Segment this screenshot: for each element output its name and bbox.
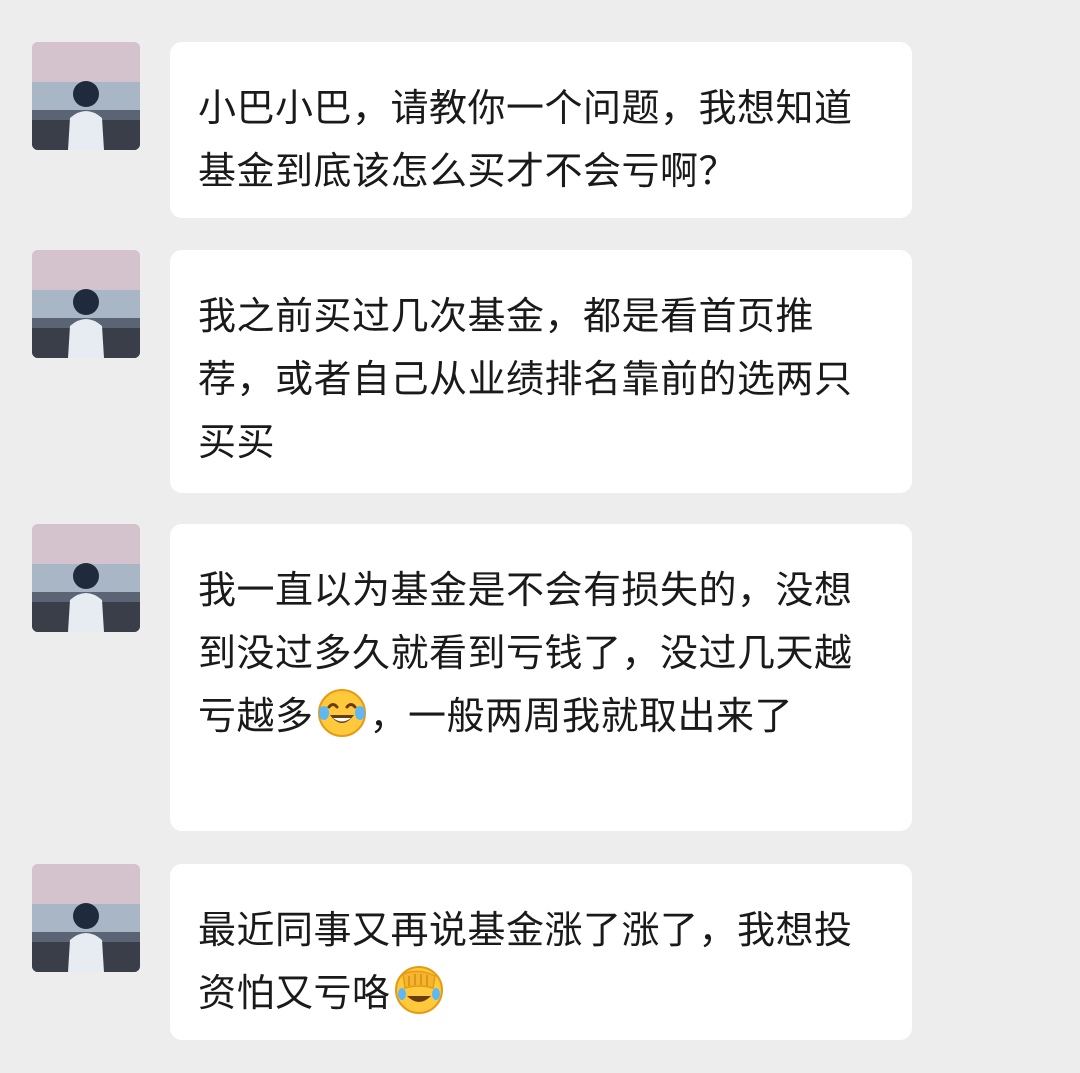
message-text: 我之前买过几次基金，都是看首页推荐，或者自己从业绩排名靠前的选两只买买: [198, 294, 853, 464]
message-text: 我一直以为基金是不会有损失的，没想到没过多久就看到亏钱了，没过几天越亏越多 ，一般…: [198, 559, 884, 748]
message-text-part: ，一般两周我就取出来了: [369, 694, 794, 738]
message-bubble[interactable]: 我之前买过几次基金，都是看首页推荐，或者自己从业绩排名靠前的选两只买买: [170, 250, 912, 493]
message-text: 最近同事又再说基金涨了涨了，我想投资怕又亏咯: [198, 899, 884, 1025]
message-text: 小巴小巴，请教你一个问题，我想知道基金到底该怎么买才不会亏啊？: [198, 86, 853, 193]
message-bubble[interactable]: 最近同事又再说基金涨了涨了，我想投资怕又亏咯: [170, 864, 912, 1040]
laughing-crying-emoji-icon: [316, 687, 368, 739]
facepalm-crying-emoji-icon: [393, 964, 445, 1016]
avatar[interactable]: [32, 42, 140, 150]
message-bubble[interactable]: 我一直以为基金是不会有损失的，没想到没过多久就看到亏钱了，没过几天越亏越多 ，一般…: [170, 524, 912, 831]
avatar[interactable]: [32, 250, 140, 358]
message-text-part: 最近同事又再说基金涨了涨了，我想投资怕又亏咯: [198, 908, 853, 1015]
avatar[interactable]: [32, 524, 140, 632]
message-bubble[interactable]: 小巴小巴，请教你一个问题，我想知道基金到底该怎么买才不会亏啊？: [170, 42, 912, 218]
avatar[interactable]: [32, 864, 140, 972]
